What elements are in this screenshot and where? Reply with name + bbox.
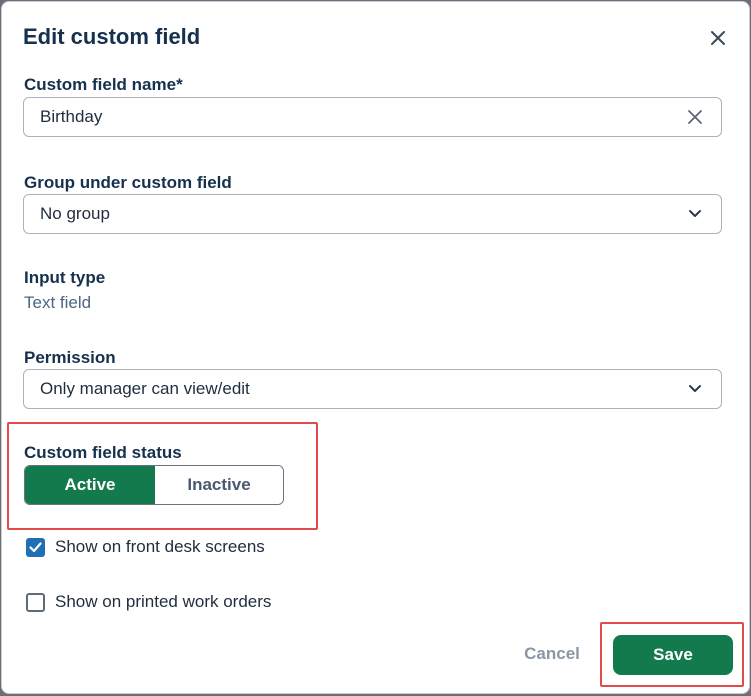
permission-select-value: Only manager can view/edit [40, 379, 250, 398]
printed-work-orders-checkbox[interactable] [26, 592, 45, 612]
permission-label: Permission [24, 348, 116, 367]
status-label: Custom field status [24, 443, 182, 462]
group-select-value: No group [40, 204, 110, 223]
clear-button[interactable] [685, 107, 705, 127]
group-select[interactable]: No group [23, 194, 722, 234]
chevron-down-icon [689, 210, 701, 217]
edit-custom-field-dialog: Edit custom field Custom field name* Gro… [1, 1, 750, 694]
cancel-button[interactable]: Cancel [507, 634, 597, 674]
input-type-label: Input type [24, 268, 106, 287]
front-desk-checkbox-label: Show on front desk screens [55, 537, 265, 556]
dialog-title: Edit custom field [23, 24, 201, 49]
save-button[interactable]: Save [613, 635, 733, 675]
group-dropdown-toggle[interactable] [685, 204, 705, 224]
clear-icon [688, 110, 702, 124]
front-desk-checkbox-row[interactable]: Show on front desk screens [26, 537, 265, 557]
group-field-label: Group under custom field [24, 173, 232, 192]
status-inactive-option[interactable]: Inactive [155, 466, 283, 504]
input-type-value: Text field [24, 293, 92, 312]
status-toggle: Active Inactive [24, 465, 284, 505]
close-button[interactable] [706, 26, 730, 50]
printed-work-orders-checkbox-label: Show on printed work orders [55, 592, 272, 611]
front-desk-checkbox[interactable] [26, 537, 45, 557]
printed-work-orders-checkbox-row[interactable]: Show on printed work orders [26, 592, 271, 612]
custom-field-name-input[interactable] [40, 107, 660, 127]
permission-select[interactable]: Only manager can view/edit [23, 369, 722, 409]
status-active-option[interactable]: Active [25, 466, 155, 504]
permission-dropdown-toggle[interactable] [685, 379, 705, 399]
close-icon [711, 31, 725, 45]
chevron-down-icon [689, 385, 701, 392]
check-icon [29, 541, 42, 552]
custom-field-name-field[interactable] [23, 97, 722, 137]
custom-field-name-label: Custom field name* [24, 75, 183, 94]
